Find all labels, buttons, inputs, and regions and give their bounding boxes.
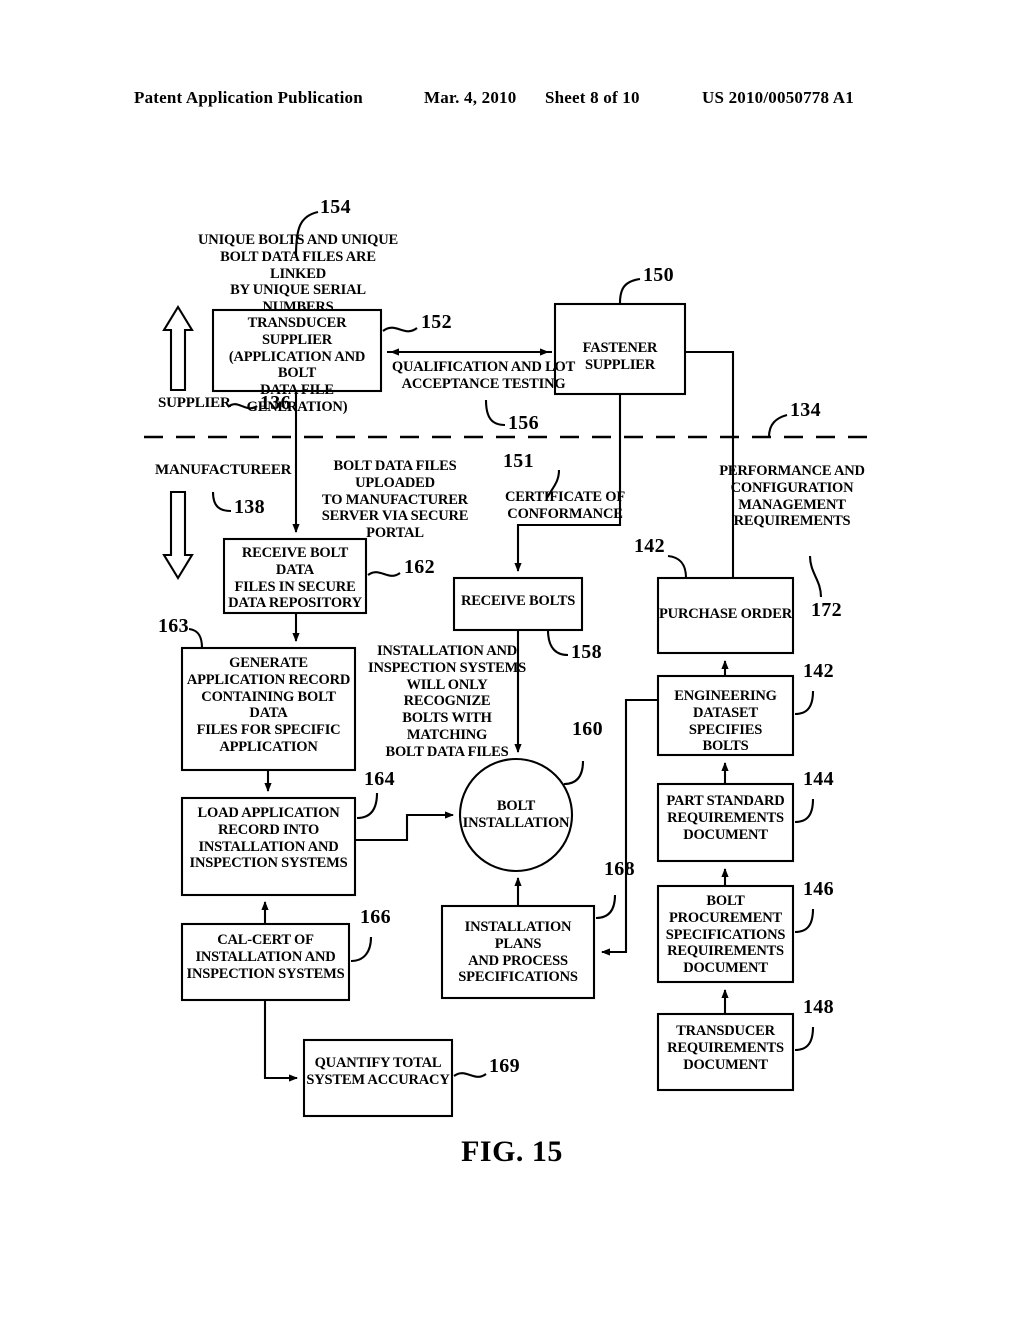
label-load-application-record: LOAD APPLICATION RECORD INTO INSTALLATIO… xyxy=(189,805,348,872)
leader-156 xyxy=(484,399,506,427)
leader-148 xyxy=(794,1026,815,1052)
label-receive-bolt-data: RECEIVE BOLT DATA FILES IN SECURE DATA R… xyxy=(228,545,362,612)
ref-163: 163 xyxy=(158,615,189,637)
ref-160: 160 xyxy=(572,718,603,740)
ref-158: 158 xyxy=(571,641,602,663)
note-unique-bolts: UNIQUE BOLTS AND UNIQUE BOLT DATA FILES … xyxy=(198,232,398,316)
leader-166 xyxy=(350,936,373,963)
leader-162 xyxy=(367,571,401,577)
leader-150 xyxy=(618,277,641,304)
leader-144 xyxy=(794,798,815,824)
conn-calcert-to-quantify xyxy=(263,1000,298,1082)
label-transducer-supplier: TRANSDUCER SUPPLIER (APPLICATION AND BOL… xyxy=(228,315,366,416)
ref-152: 152 xyxy=(421,311,452,333)
note-certificate-of-conformance: CERTIFICATE OF CONFORMANCE xyxy=(504,489,626,522)
note-bolt-data-upload: BOLT DATA FILES UPLOADED TO MANUFACTURER… xyxy=(321,458,469,542)
ref-146: 146 xyxy=(803,878,834,900)
ref-154: 154 xyxy=(320,196,351,218)
label-transducer-requirements: TRANSDUCER REQUIREMENTS DOCUMENT xyxy=(667,1023,784,1073)
leader-172 xyxy=(808,555,823,598)
label-cal-cert: CAL-CERT OF INSTALLATION AND INSPECTION … xyxy=(186,932,345,982)
ref-166: 166 xyxy=(360,906,391,928)
ref-142-purchase-order: 142 xyxy=(634,535,665,557)
leader-134 xyxy=(767,413,788,438)
leader-142a xyxy=(667,554,688,579)
conn-load-to-bolt-installation xyxy=(355,811,454,842)
note-installation-inspection: INSTALLATION AND INSPECTION SYSTEMS WILL… xyxy=(368,643,526,760)
leader-152 xyxy=(382,326,418,333)
leader-142b xyxy=(794,690,815,716)
leader-168 xyxy=(595,894,617,920)
patent-page: Patent Application Publication Mar. 4, 2… xyxy=(0,0,1024,1320)
ref-172: 172 xyxy=(811,599,842,621)
zone-label-manufacturer: MANUFACTUREER xyxy=(155,462,292,478)
note-performance-config-requirements: PERFORMANCE AND CONFIGURATION MANAGEMENT… xyxy=(719,463,865,530)
conn-engineering-to-plans xyxy=(601,698,658,956)
label-part-standard-requirements: PART STANDARD REQUIREMENTS DOCUMENT xyxy=(666,793,785,843)
figure-caption: FIG. 15 xyxy=(461,1135,563,1168)
label-engineering-dataset: ENGINEERING DATASET SPECIFIES BOLTS xyxy=(674,688,777,755)
leader-164 xyxy=(356,792,379,820)
manufacturer-down-arrow xyxy=(162,490,194,581)
note-qualification-testing: QUALIFICATION AND LOT ACCEPTANCE TESTING xyxy=(391,359,576,392)
label-bolt-installation: BOLT INSTALLATION xyxy=(462,798,570,831)
ref-168: 168 xyxy=(604,858,635,880)
supplier-up-arrow xyxy=(162,304,194,392)
leader-146 xyxy=(794,908,815,934)
label-purchase-order: PURCHASE ORDER xyxy=(659,606,792,622)
zone-label-supplier: SUPPLIER xyxy=(158,395,231,411)
ref-169: 169 xyxy=(489,1055,520,1077)
label-bolt-procurement: BOLT PROCUREMENT SPECIFICATIONS REQUIREM… xyxy=(665,893,786,977)
label-installation-plans: INSTALLATION PLANS AND PROCESS SPECIFICA… xyxy=(458,919,578,986)
ref-134: 134 xyxy=(790,399,821,421)
label-quantify-accuracy: QUANTIFY TOTAL SYSTEM ACCURACY xyxy=(306,1055,450,1088)
label-receive-bolts: RECEIVE BOLTS xyxy=(460,593,576,609)
ref-148: 148 xyxy=(803,996,834,1018)
ref-136: 136 xyxy=(260,392,291,414)
leader-158 xyxy=(546,629,569,657)
ref-138: 138 xyxy=(234,496,265,518)
ref-151: 151 xyxy=(503,450,534,472)
leader-138 xyxy=(211,491,232,513)
ref-162: 162 xyxy=(404,556,435,578)
leader-169 xyxy=(453,1072,487,1078)
ref-164: 164 xyxy=(364,768,395,790)
label-generate-application-record: GENERATE APPLICATION RECORD CONTAINING B… xyxy=(186,655,351,756)
leader-160 xyxy=(563,760,585,786)
ref-144: 144 xyxy=(803,768,834,790)
leader-163 xyxy=(188,627,204,649)
ref-156: 156 xyxy=(508,412,539,434)
ref-142-engineering-dataset: 142 xyxy=(803,660,834,682)
ref-150: 150 xyxy=(643,264,674,286)
